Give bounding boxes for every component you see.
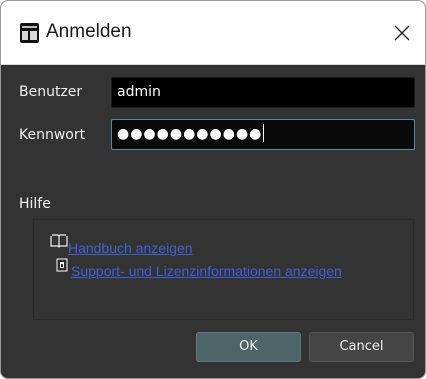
title-bar: Anmelden: [1, 1, 425, 65]
text-caret: [263, 124, 265, 142]
ok-button[interactable]: OK: [196, 332, 301, 362]
info-document-icon: [55, 257, 69, 273]
book-icon: [50, 234, 68, 248]
help-heading: Hilfe: [19, 196, 51, 212]
password-field[interactable]: ●●●●●●●●●●●: [111, 119, 415, 150]
close-icon: [394, 25, 410, 41]
close-button[interactable]: [386, 17, 418, 49]
user-label: Benutzer: [19, 84, 83, 100]
password-label: Kennwort: [19, 127, 86, 143]
user-field[interactable]: admin: [111, 77, 415, 108]
app-logo-icon: [20, 23, 39, 43]
cancel-button[interactable]: Cancel: [309, 332, 414, 362]
password-masked-value: ●●●●●●●●●●●: [117, 126, 263, 142]
dialog-title: Anmelden: [46, 21, 132, 42]
login-dialog: Anmelden Benutzer admin Kennwort ●●●●●●●…: [0, 0, 426, 379]
help-link-manual[interactable]: Handbuch anzeigen: [68, 240, 193, 256]
help-link-support[interactable]: Support- und Lizenzinformationen anzeige…: [71, 263, 342, 279]
